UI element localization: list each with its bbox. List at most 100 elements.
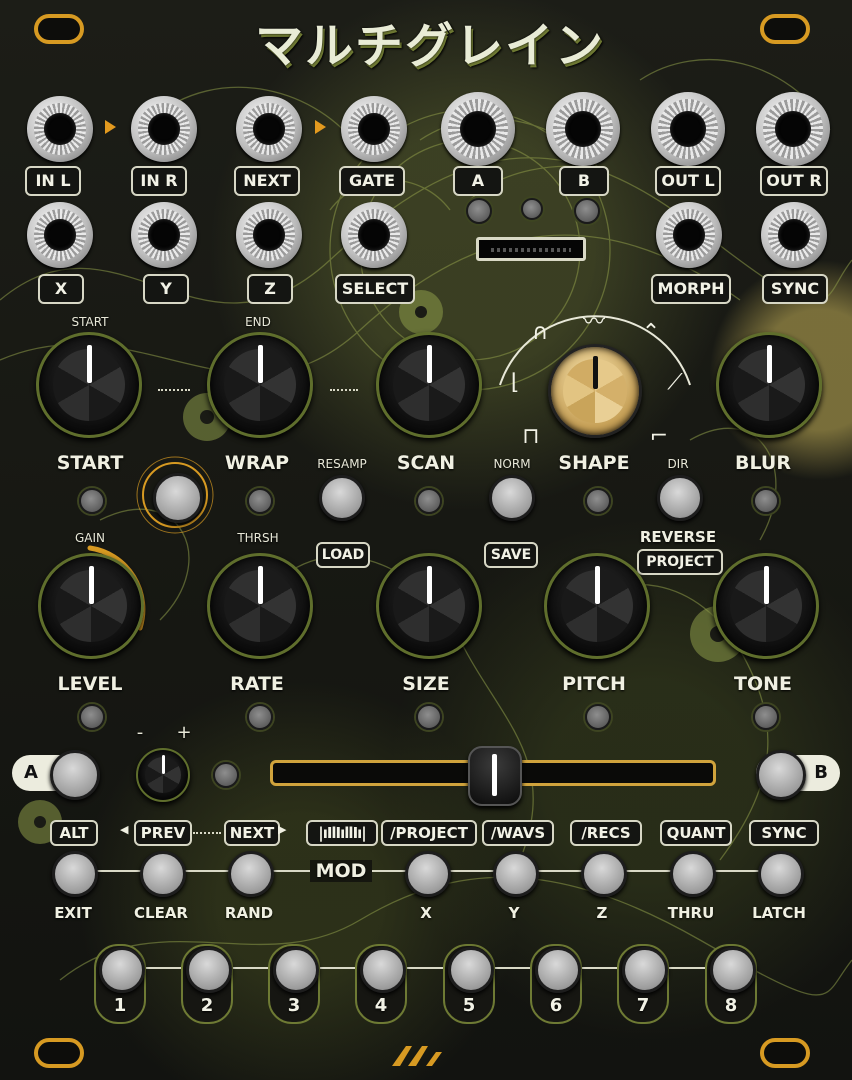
led-rate [247,704,273,730]
label-z: Z [247,274,293,304]
knob-rate-top-label: THRSH [237,531,279,545]
next-label: NEXT [224,820,280,846]
knob-start-top-label: START [71,315,109,329]
y-button[interactable] [493,851,539,897]
jack-next[interactable] [236,96,302,162]
jack-gate[interactable] [341,96,407,162]
led-start [79,488,105,514]
jack-out-b[interactable] [546,92,620,166]
mod-label: MOD [310,860,372,882]
reverse-label: REVERSE [639,528,717,546]
step-5-button[interactable] [448,947,494,993]
jack-in-l[interactable] [27,96,93,162]
dotted-link [330,389,358,391]
x-mod-label: X [420,904,432,922]
label-y: Y [143,274,189,304]
right-arrow-icon: ▶ [278,823,287,836]
jack-out-r[interactable] [756,92,830,166]
knob-tone-label: TONE [734,673,792,695]
label-out-l: OUT L [655,166,721,196]
knob-level-top-label: GAIN [74,531,106,545]
knob-blur[interactable] [716,332,822,438]
step-6-label: 6 [549,995,563,1016]
quant-button[interactable] [670,851,716,897]
step-1-label: 1 [113,995,127,1016]
project-folder-label: /PROJECT [381,820,477,846]
fine-tune-knob[interactable] [136,748,190,802]
jack-z[interactable] [236,202,302,268]
dir-button[interactable] [657,475,703,521]
label-out-r: OUT R [760,166,828,196]
step-2-button[interactable] [186,947,232,993]
knob-shape-label: SHAPE [558,452,630,474]
load-label: LOAD [316,542,370,568]
brand-logo [392,1046,442,1066]
jack-sync[interactable] [761,202,827,268]
step-1-button[interactable] [99,947,145,993]
dotted-link [158,389,190,391]
label-a: A [453,166,503,196]
record-button[interactable] [153,473,203,523]
dir-label: DIR [667,457,689,471]
waveform-bell-icon: ∩ [531,320,549,345]
save-label: SAVE [484,542,538,568]
jack-select[interactable] [341,202,407,268]
next-button[interactable] [228,851,274,897]
step-2-label: 2 [200,995,214,1016]
led-crossfade [213,762,239,788]
step-6-button[interactable] [535,947,581,993]
knob-scan[interactable] [376,332,482,438]
crossfade-b-button[interactable] [756,750,806,800]
jack-out-l[interactable] [651,92,725,166]
norm-label: NORM [493,457,531,471]
recs-folder-label: /RECS [570,820,642,846]
prev-button[interactable] [140,851,186,897]
led-center [521,198,543,220]
module-title: マルチグレイン [254,18,605,74]
knob-pitch[interactable] [544,553,650,659]
knob-wrap[interactable] [207,332,313,438]
led-pitch [585,704,611,730]
waveform-noise-icon: 〰 [582,310,605,335]
knob-start-label: START [56,452,124,474]
knob-shape[interactable] [548,344,642,438]
waveform-triangle-icon: ⌃ [641,320,661,345]
knob-tone[interactable] [713,553,819,659]
knob-size[interactable] [376,553,482,659]
waveform-ramp-icon: ⟋ [667,370,683,395]
jack-x[interactable] [27,202,93,268]
quant-label: QUANT [660,820,732,846]
alt-button[interactable] [52,851,98,897]
resamp-button[interactable] [319,475,365,521]
z-button[interactable] [581,851,627,897]
x-button[interactable] [405,851,451,897]
knob-level[interactable] [38,553,144,659]
jack-y[interactable] [131,202,197,268]
sync-button[interactable] [758,851,804,897]
step-7-button[interactable] [622,947,668,993]
dotted-link [193,832,221,834]
label-morph: MORPH [651,274,731,304]
sd-card-slot[interactable] [476,237,586,261]
jack-in-r[interactable] [131,96,197,162]
arrow-icon [105,120,116,134]
knob-size-label: SIZE [402,673,450,695]
led-b [574,198,600,224]
knob-blur-label: BLUR [735,452,791,474]
jack-morph[interactable] [656,202,722,268]
mounting-slot-bottom-right [760,1038,810,1068]
knob-start[interactable] [36,332,142,438]
label-b: B [559,166,609,196]
step-8-button[interactable] [710,947,756,993]
norm-button[interactable] [489,475,535,521]
crossfade-a-label: A [24,762,38,783]
knob-scan-label: SCAN [396,452,456,474]
label-gate: GATE [339,166,405,196]
step-3-button[interactable] [273,947,319,993]
crossfader-handle[interactable] [468,746,522,806]
step-4-button[interactable] [360,947,406,993]
jack-out-a[interactable] [441,92,515,166]
knob-rate[interactable] [207,553,313,659]
led-blur [753,488,779,514]
crossfade-a-button[interactable] [50,750,100,800]
